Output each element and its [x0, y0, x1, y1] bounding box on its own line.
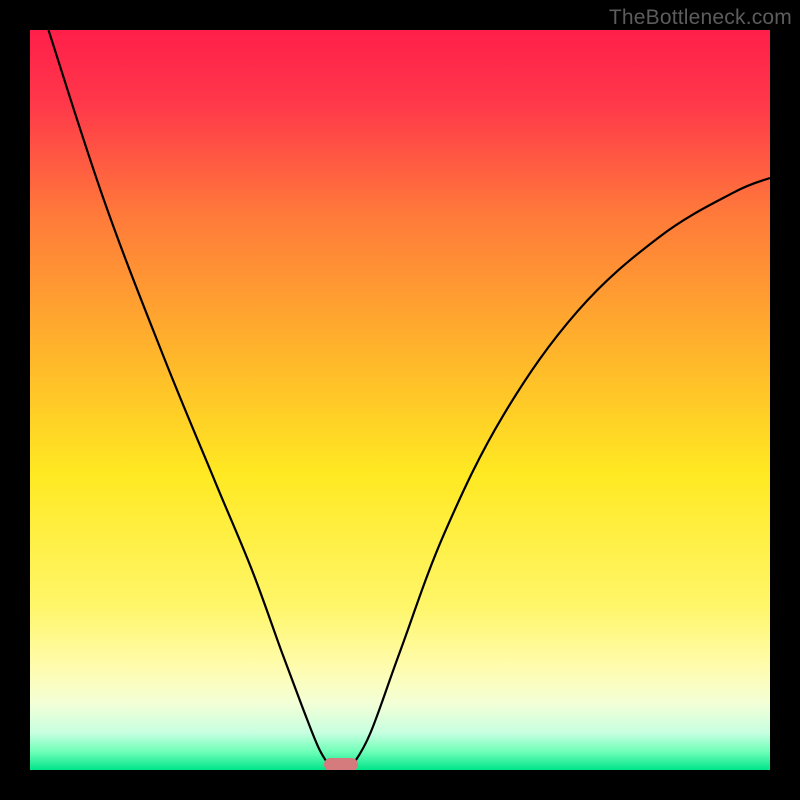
watermark-text: TheBottleneck.com	[609, 6, 792, 30]
minimum-marker	[324, 758, 358, 770]
bottleneck-curve	[30, 30, 770, 770]
chart-frame: TheBottleneck.com	[0, 0, 800, 800]
plot-area	[30, 30, 770, 770]
curve-right-branch	[352, 178, 770, 766]
curve-left-branch	[49, 30, 330, 766]
